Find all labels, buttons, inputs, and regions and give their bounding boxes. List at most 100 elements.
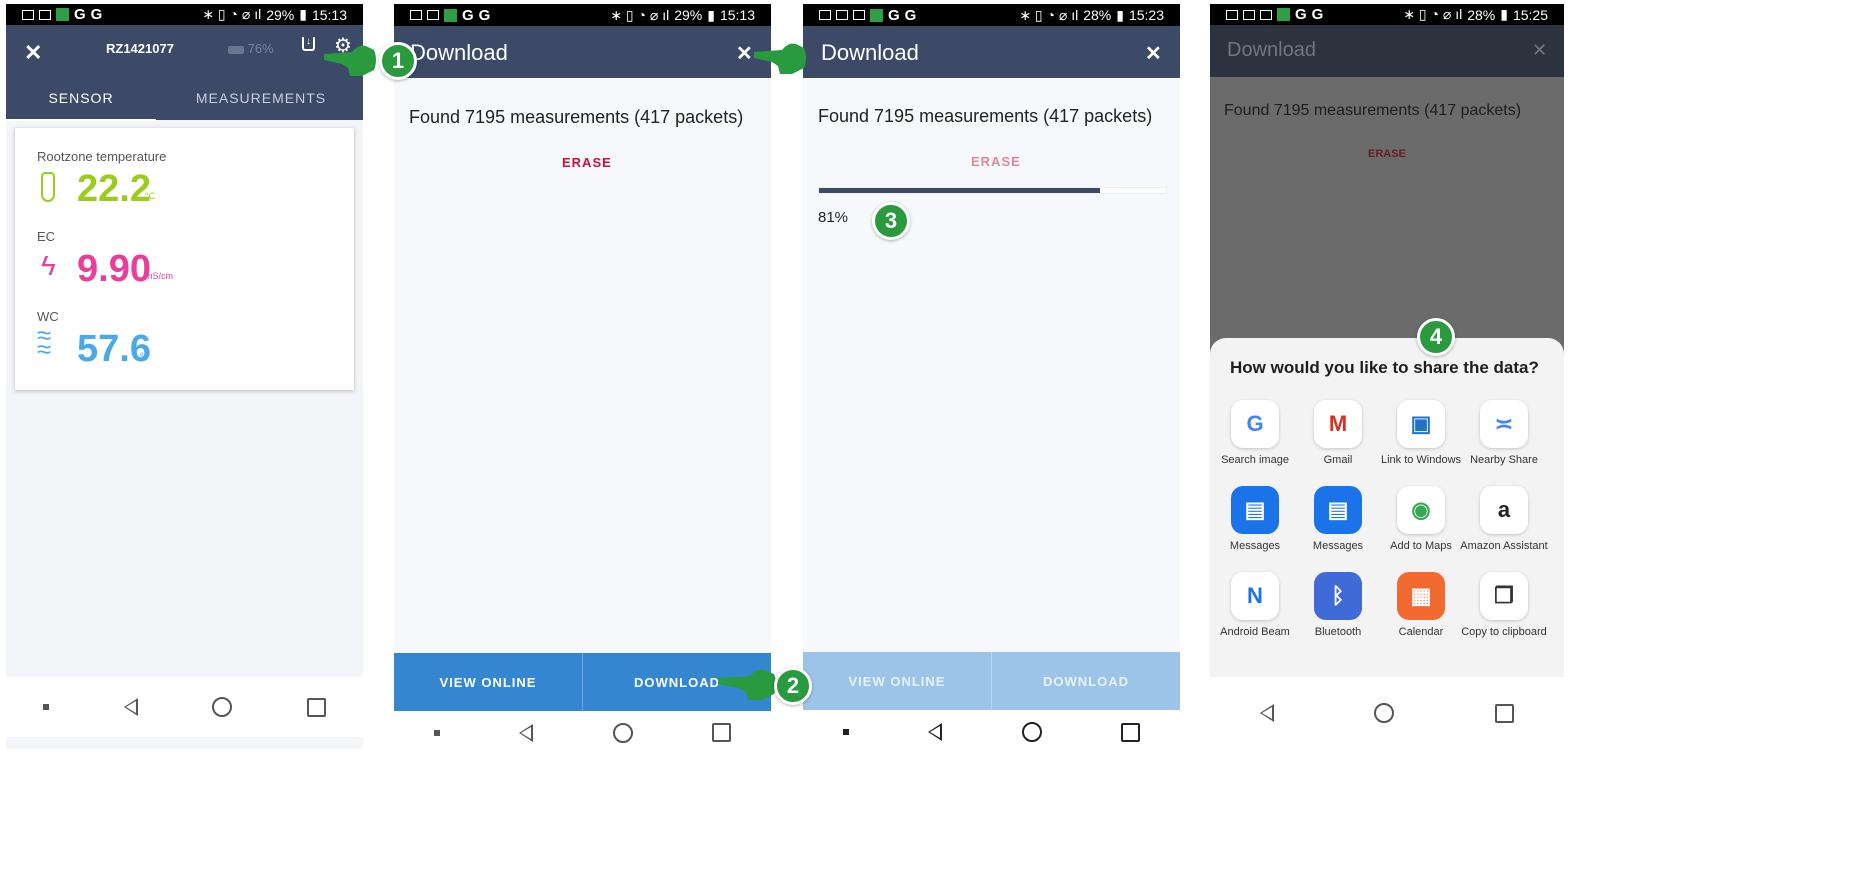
nearby-share-icon: ≍ (1480, 400, 1528, 448)
dialog-header: Download ✕ (394, 26, 771, 78)
share-target-copy[interactable]: ❐ Copy to clipboard (1455, 572, 1553, 638)
status-bar: GG ∗ ▯ ◔ ⌀ ıl 28% ▮ 15:23 (803, 4, 1180, 26)
bluetooth-icon: ᛒ (1314, 572, 1362, 620)
battery-text: 28% (1083, 7, 1112, 23)
water-waves-icon: ≈ ≈ (37, 320, 52, 364)
screen-download-progress: GG ∗ ▯ ◔ ⌀ ıl 28% ▮ 15:23 Download ✕ Found … (803, 4, 1180, 754)
pointing-hand-icon (718, 669, 776, 700)
share-target-nearby-share[interactable]: ≍ Nearby Share (1455, 400, 1553, 466)
metric-value-wc: 57.6 (77, 328, 151, 370)
battery-text: 29% (674, 7, 703, 23)
close-icon[interactable]: ✕ (736, 41, 753, 66)
android-beam-icon: N (1231, 572, 1279, 620)
close-icon[interactable]: ✕ (1532, 40, 1547, 61)
close-icon[interactable]: ✕ (24, 40, 42, 66)
nav-dot-icon (842, 729, 849, 735)
metric-value-ec: 9.90 (77, 248, 151, 290)
clock: 15:23 (1128, 7, 1164, 23)
erase-button[interactable]: ERASE (971, 154, 1021, 169)
download-icon[interactable]: ↓ (302, 37, 315, 51)
status-bar: GG ∗ ▯ ◔ ⌀ ıl 29% ▮ 15:13 (6, 4, 363, 25)
pointing-hand-icon (324, 45, 376, 76)
home-icon[interactable] (212, 697, 233, 717)
status-bar: GG ∗ ▯ ◔ ⌀ ıl 29% ▮ 15:13 (394, 4, 771, 26)
download-label: DOWNLOAD (1043, 673, 1129, 689)
messages-icon: ▤ (1314, 486, 1362, 534)
metric-unit-ec: mS/cm (145, 271, 173, 281)
download-button[interactable]: DOWNLOAD (992, 652, 1180, 710)
clock: 15:13 (311, 6, 347, 23)
battery-indicator: 76% (228, 41, 274, 56)
nav-dot-icon (43, 704, 50, 710)
dialog-header: Download ✕ (803, 26, 1180, 78)
view-online-button[interactable]: VIEW ONLINE (803, 652, 992, 710)
metric-label-temperature: Rootzone temperature (37, 149, 167, 164)
bottom-actions: VIEW ONLINE DOWNLOAD (803, 652, 1180, 710)
share-target-label: Nearby Share (1470, 454, 1538, 466)
nav-dot-icon (433, 729, 440, 736)
progress-fill (819, 188, 1101, 193)
share-title: How would you like to share the data? (1230, 358, 1539, 377)
erase-button[interactable]: ERASE (562, 155, 612, 170)
tab-sensor[interactable]: SENSOR (6, 83, 156, 121)
sensor-card: Rootzone temperature 22.2 °C EC ϟ 9.90 m… (15, 128, 354, 390)
back-icon[interactable] (1260, 704, 1275, 722)
google-icon: G (1231, 400, 1279, 448)
battery-text: 29% (266, 6, 295, 23)
copy-icon: ❐ (1480, 572, 1528, 620)
share-target-amazon[interactable]: a Amazon Assistant (1455, 486, 1553, 552)
recents-icon[interactable] (1494, 703, 1514, 723)
calendar-icon: ▦ (1397, 572, 1445, 620)
clock: 15:13 (719, 7, 755, 23)
recents-icon[interactable] (1121, 722, 1141, 742)
clock: 15:25 (1512, 6, 1548, 23)
close-icon[interactable]: ✕ (1145, 41, 1162, 66)
link-to-windows-icon: ▣ (1397, 400, 1445, 448)
lightning-icon: ϟ (41, 250, 56, 281)
found-text: Found 7195 measurements (417 packets) (818, 106, 1153, 126)
progress-label: 81% (818, 209, 849, 226)
tab-measurements[interactable]: MEASUREMENTS (171, 83, 351, 119)
screen-sensor: GG ∗ ▯ ◔ ⌀ ıl 29% ▮ 15:13 ✕ RZ1421077 76% ↓… (6, 4, 363, 749)
view-online-label: VIEW ONLINE (439, 674, 537, 690)
step-badge-4: 4 (1417, 318, 1455, 356)
android-nav-bar (394, 711, 771, 754)
app-header: ✕ RZ1421077 76% ↓ ⚙ SENSOR MEASUREMENTS (6, 25, 363, 121)
step-badge-2: 2 (774, 667, 812, 705)
recents-icon[interactable] (712, 723, 732, 742)
back-icon[interactable] (123, 698, 138, 716)
bottom-actions: VIEW ONLINE DOWNLOAD (394, 653, 771, 711)
step-badge-3: 3 (872, 202, 910, 240)
home-icon[interactable] (612, 722, 633, 743)
status-bar: GG ∗ ▯ ◔ ⌀ ıl 28% ▮ 15:25 (1210, 4, 1564, 25)
tab-sensor-label: SENSOR (48, 90, 114, 106)
home-icon[interactable] (1021, 722, 1042, 742)
android-nav-bar (1210, 677, 1564, 749)
battery-icon (228, 45, 244, 54)
amazon-icon: a (1480, 486, 1528, 534)
home-icon[interactable] (1374, 703, 1395, 723)
metric-unit-temperature: °C (145, 191, 156, 201)
screen-share-sheet: GG ∗ ▯ ◔ ⌀ ıl 28% ▮ 15:25 Download ✕ Found … (1210, 4, 1564, 749)
found-text: Found 7195 measurements (417 packets) (1224, 102, 1522, 119)
dialog-title: Download (1227, 39, 1316, 61)
erase-button[interactable]: ERASE (1368, 148, 1406, 160)
messages-icon: ▤ (1231, 486, 1279, 534)
back-icon[interactable] (928, 723, 943, 741)
maps-icon: ◉ (1397, 486, 1445, 534)
share-target-label: Copy to clipboard (1461, 626, 1547, 638)
battery-text: 28% (1467, 6, 1496, 23)
step-badge-1: 1 (379, 42, 417, 80)
back-icon[interactable] (519, 723, 534, 742)
device-id: RZ1421077 (106, 41, 174, 56)
view-online-button[interactable]: VIEW ONLINE (394, 653, 583, 711)
pointing-hand-icon (754, 43, 806, 74)
dialog-title: Download (821, 40, 919, 65)
screen-download: GG ∗ ▯ ◔ ⌀ ıl 29% ▮ 15:13 Download ✕ Found … (394, 4, 771, 754)
view-online-label: VIEW ONLINE (848, 673, 946, 689)
share-sheet: How would you like to share the data? GS… (1210, 338, 1564, 677)
share-target-label: Amazon Assistant (1460, 540, 1548, 552)
recents-icon[interactable] (306, 697, 326, 717)
download-label: DOWNLOAD (634, 674, 720, 690)
found-text: Found 7195 measurements (417 packets) (409, 107, 744, 127)
